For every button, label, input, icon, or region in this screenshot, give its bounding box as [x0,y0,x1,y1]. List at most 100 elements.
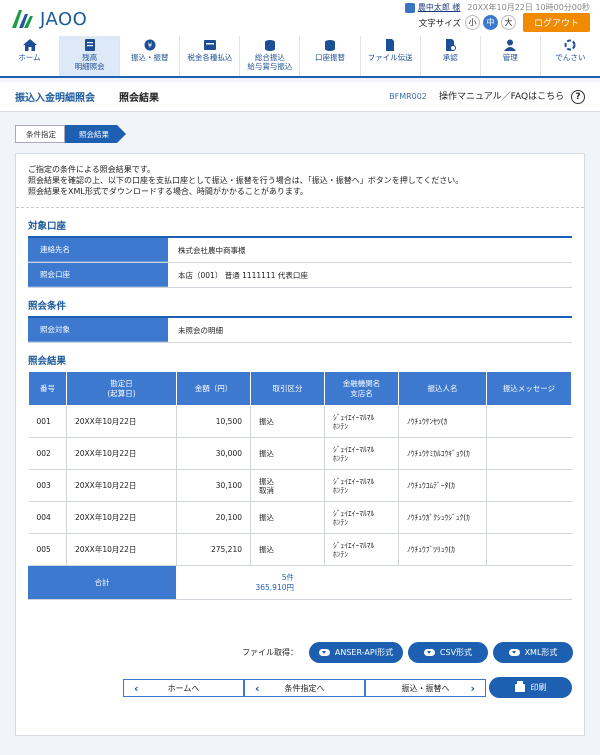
cell-number: 004 [28,501,67,534]
text-size-small-button[interactable]: 小 [464,15,480,30]
intro-line: 照会結果をXML形式でダウンロードする場合、時間がかかることがあります。 [28,187,309,196]
kv-value: 株式会社農中商事様 [178,245,246,255]
step-result: 照会結果 [65,125,126,143]
kv-row: 照会対象 未照会の明細 [28,318,572,343]
printer-icon [514,680,525,692]
nav-account-transfer[interactable]: 口座振替 [300,36,361,76]
cell-remitter: ﾉｳﾁｭｳｶﾞｸｼｭｳｼﾞｭｸ(ｶ [398,501,487,534]
global-nav: ホーム 残高 明細照会 ¥ 振込・振替 税金各種払込 総合振込 給与賞与振込 口座振… [0,36,600,78]
cell-date: 20XX年10月22日 [66,469,177,502]
logout-button[interactable]: ログアウト [522,13,590,32]
table-row: 004 20XX年10月22日 20,100 振込 ｼﾞｪｲｴｲｰﾏﾙﾏﾙ ﾎﾝﾃﾝ ﾉｳ… [28,501,572,534]
nav-home[interactable]: ホーム [0,36,61,76]
nav-account-transfer-label: 口座振替 [315,53,346,62]
download-xml-button[interactable]: XML形式 [493,642,573,663]
help-icon: ? [571,90,585,104]
text-size-medium-button[interactable]: 中 [482,15,498,30]
cell-number: 003 [28,469,67,502]
nav-bulk-transfer-label: 総合振込 給与賞与振込 [247,53,293,71]
chevron-left-icon: ‹ [134,681,139,695]
cell-bank: ｼﾞｪｲｴｲｰﾏﾙﾏﾙ ﾎﾝﾃﾝ [324,501,399,534]
col-amount: 金額（円） [176,371,251,406]
transfer-button-label: 振込・振替へ [401,683,450,693]
download-bar: ファイル取得： ANSER-API形式 CSV形式 XML形式 [242,642,573,663]
kv-row: 連絡先名 株式会社農中商事様 [28,238,572,263]
cell-date: 20XX年10月22日 [66,437,177,470]
account-table: 連絡先名 株式会社農中商事様 照会口座 本店（001） 普通 1111111 代… [28,236,572,288]
nav-tax[interactable]: 税金各種払込 [180,36,241,76]
nav-balance-label: 残高 明細照会 [74,53,105,71]
chevron-left-icon: ‹ [255,681,260,695]
cell-message [486,501,572,534]
text-size-control: 文字サイズ 小 中 大 ログアウト [419,13,590,32]
intro-line: ご指定の条件による照会結果です。 [28,165,155,174]
cell-message [486,533,572,566]
total-value: 5件 365,910円 [176,566,302,599]
home-button[interactable]: ‹ ホームへ [123,679,244,697]
logo-text: JAOO [40,8,88,30]
nav-transfer[interactable]: ¥ 振込・振替 [120,36,181,76]
cell-amount: 10,500 [176,405,251,438]
transfer-button[interactable]: 振込・振替へ › [365,679,486,697]
transfer-icon: ¥ [144,39,156,51]
cell-date: 20XX年10月22日 [66,533,177,566]
footer-nav: ‹ ホームへ ‹ 条件指定へ 振込・振替へ › [123,679,486,697]
total-count: 5件 [281,573,294,582]
kv-key: 連絡先名 [28,238,168,262]
print-button[interactable]: 印刷 [489,677,572,698]
text-size-large-button[interactable]: 大 [500,15,516,30]
download-api-button[interactable]: ANSER-API形式 [309,642,403,663]
intro-text: ご指定の条件による照会結果です。 照会結果を確認の上、以下の口座を支払口座として… [16,154,584,208]
approval-icon [446,39,457,51]
nav-file-transfer-label: ファイル伝送 [367,53,413,62]
cell-number: 002 [28,437,67,470]
account-section-title: 対象口座 [28,221,67,232]
cell-remitter: ﾉｳﾁｭｳｺﾑﾃﾞｰﾀ(ｶ [398,469,487,502]
cell-number: 005 [28,533,67,566]
nav-file-transfer[interactable]: ファイル伝送 [361,36,421,76]
nav-balance[interactable]: 残高 明細照会 [60,36,121,76]
download-csv-button[interactable]: CSV形式 [408,642,488,663]
results-table: 番号 勘定日 (起算日) 金額（円） 取引区分 金融機関名 支店名 振込人名 振… [28,371,572,566]
user-icon [404,2,415,13]
nav-admin[interactable]: 管理 [481,36,541,76]
user-name-link[interactable]: 農中太郎 様 [418,2,461,13]
text-size-label: 文字サイズ [418,18,461,29]
page-title-bar: 振込入金明細照会 照会結果 BFMR002 操作マニュアル／FAQはこちら ? [0,82,600,112]
table-row: 002 20XX年10月22日 30,000 振込 ｼﾞｪｲｴｲｰﾏﾙﾏﾙ ﾎﾝﾃﾝ ﾉｳ… [28,437,572,470]
cell-type: 振込 [250,501,325,534]
download-label: ファイル取得： [242,648,298,657]
page-title: 振込入金明細照会 [15,93,95,104]
download-xml-label: XML形式 [524,648,558,657]
kv-value: 未照会の明細 [178,325,223,335]
condition-button[interactable]: ‹ 条件指定へ [244,679,365,697]
chevron-right-icon: › [470,681,475,695]
step-condition: 条件指定 [15,125,65,143]
tax-icon [203,40,216,50]
nav-approval[interactable]: 承認 [421,36,481,76]
svg-text:¥: ¥ [148,42,153,50]
col-message: 振込メッセージ [486,371,572,406]
cell-message [486,469,572,502]
condition-section-title: 照会条件 [28,301,67,312]
cell-date: 20XX年10月22日 [66,405,177,438]
logo-mark-icon [12,10,33,28]
nav-densai[interactable]: でんさい [541,36,600,76]
cell-amount: 20,100 [176,501,251,534]
results-body: 001 20XX年10月22日 10,500 振込 ｼﾞｪｲｴｲｰﾏﾙﾏﾙ ﾎﾝﾃﾝ ﾉｳ… [28,405,572,566]
nav-bulk-transfer[interactable]: 総合振込 給与賞与振込 [240,36,301,76]
help-link[interactable]: 操作マニュアル／FAQはこちら ? [439,89,585,104]
total-label: 合計 [28,566,176,599]
home-icon [22,39,37,51]
condition-button-label: 条件指定へ [284,683,325,693]
nav-approval-label: 承認 [442,53,458,62]
account-transfer-icon [325,40,336,51]
col-number: 番号 [28,371,67,406]
user-info: 農中太郎 様 20XX年10月22日 10時00分00秒 [404,2,590,13]
jaoo-logo[interactable]: JAOO [10,8,87,30]
kv-key: 照会口座 [28,263,168,287]
cell-amount: 30,100 [176,469,251,502]
file-transfer-icon [386,39,395,51]
kv-key: 照会対象 [28,318,168,342]
results-section-title: 照会結果 [28,356,67,367]
